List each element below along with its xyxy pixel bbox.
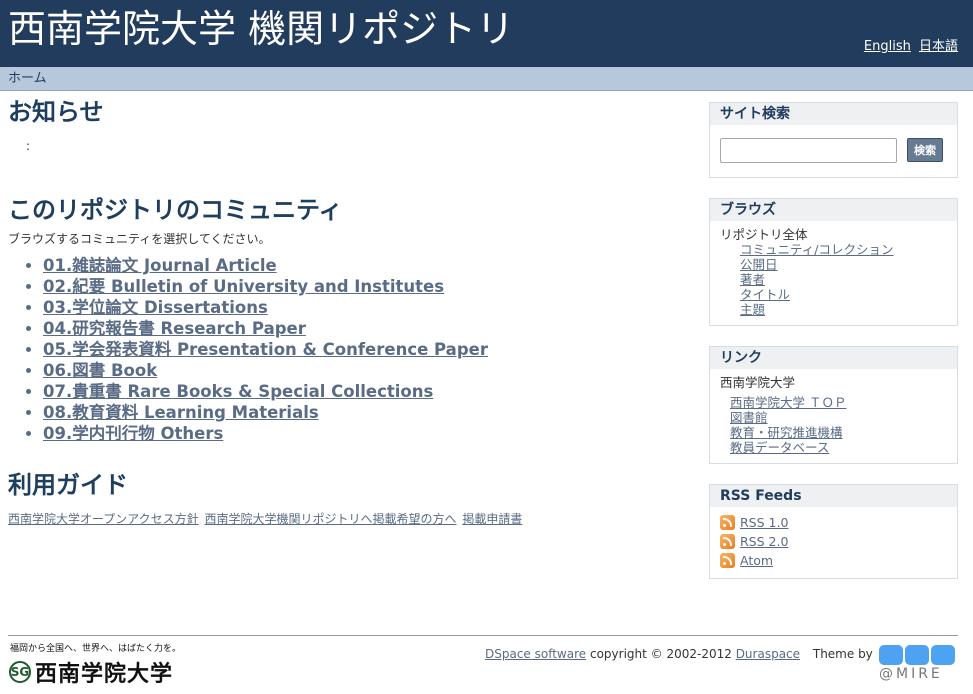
community-link-learning-materials[interactable]: 08.教育資料 Learning Materials (43, 403, 319, 422)
search-box: サイト検索 検索 (709, 102, 958, 178)
guide-link-submission-info[interactable]: 西南学院大学機関リポジトリへ掲載希望の方へ (205, 512, 457, 526)
mire-puzzle-piece (905, 645, 929, 665)
lang-english-link[interactable]: English (864, 39, 911, 54)
search-heading: サイト検索 (710, 103, 957, 125)
list-item: 著者 (720, 272, 947, 287)
footer-divider (8, 635, 958, 636)
guide-link-open-access-policy[interactable]: 西南学院大学オープンアクセス方針 (8, 512, 199, 526)
footer-credits: DSpace software copyright © 2002-2012 Du… (485, 647, 873, 661)
list-item: 08.教育資料 Learning Materials (43, 402, 688, 423)
community-link-journal-article[interactable]: 01.雑誌論文 Journal Article (43, 256, 277, 275)
community-list: 01.雑誌論文 Journal Article 02.紀要 Bulletin o… (8, 255, 688, 444)
browse-link-date[interactable]: 公開日 (740, 257, 778, 272)
browse-list: コミュニティ/コレクション 公開日 著者 タイトル 主題 (720, 242, 947, 317)
list-item: 教育・研究推進機構 (720, 425, 947, 440)
communities-intro: ブラウズするコミュニティを選択してください。 (8, 232, 271, 246)
rss-heading: RSS Feeds (710, 485, 957, 507)
browse-body: リポジトリ全体 コミュニティ/コレクション 公開日 著者 タイトル 主題 (710, 221, 957, 325)
list-item: コミュニティ/コレクション (720, 242, 947, 257)
community-link-book[interactable]: 06.図書 Book (43, 361, 157, 380)
footer-tagline: 福岡から全国へ、世界へ、はばたく力を。 (10, 644, 182, 654)
community-link-presentation[interactable]: 05.学会発表資料 Presentation & Conference Pape… (43, 340, 488, 359)
list-item: 西南学院大学 ＴＯＰ (720, 395, 947, 410)
university-emblem-icon: SG (9, 661, 31, 683)
list-item: 公開日 (720, 257, 947, 272)
site-header: 西南学院大学 機関リポジトリ English 日本語 (0, 0, 973, 67)
rss-1-0-link[interactable]: RSS 1.0 (740, 515, 788, 530)
mire-puzzle-piece (879, 645, 903, 665)
list-item: 主題 (720, 302, 947, 317)
community-link-research-paper[interactable]: 04.研究報告書 Research Paper (43, 319, 306, 338)
community-link-bulletin[interactable]: 02.紀要 Bulletin of University and Institu… (43, 277, 444, 296)
sidebar: サイト検索 検索 ブラウズ リポジトリ全体 コミュニティ/コレクション 公開日 … (709, 102, 958, 599)
links-list: 西南学院大学 ＴＯＰ 図書館 教育・研究推進機構 教員データベース (720, 395, 947, 455)
links-body: 西南学院大学 西南学院大学 ＴＯＰ 図書館 教育・研究推進機構 教員データベース (710, 369, 957, 463)
guide-heading: 利用ガイド (8, 471, 128, 499)
browse-box: ブラウズ リポジトリ全体 コミュニティ/コレクション 公開日 著者 タイトル 主… (709, 198, 958, 326)
copyright-text: copyright © 2002-2012 (586, 647, 736, 661)
links-box: リンク 西南学院大学 西南学院大学 ＴＯＰ 図書館 教育・研究推進機構 教員デー… (709, 346, 958, 464)
search-form: 検索 (710, 125, 957, 177)
news-heading: お知らせ (8, 98, 104, 126)
rss-feed-icon (720, 553, 735, 568)
duraspace-link[interactable]: Duraspace (736, 647, 800, 661)
news-body: : (26, 139, 31, 153)
mire-logo-text: @MIRE (879, 666, 943, 682)
guide-links: 西南学院大学オープンアクセス方針 西南学院大学機関リポジトリへ掲載希望の方へ 掲… (8, 510, 688, 527)
main-content: お知らせ : このリポジトリのコミュニティ ブラウズするコミュニティを選択してく… (8, 95, 688, 527)
browse-link-subject[interactable]: 主題 (740, 302, 765, 317)
list-item: 05.学会発表資料 Presentation & Conference Pape… (43, 339, 688, 360)
rss-body: RSS 1.0 RSS 2.0 Atom (710, 507, 957, 578)
community-link-rare-books[interactable]: 07.貴重書 Rare Books & Special Collections (43, 382, 433, 401)
list-item: 06.図書 Book (43, 360, 688, 381)
rss-item: RSS 1.0 (720, 513, 947, 532)
rss-item: Atom (720, 551, 947, 570)
search-input[interactable] (720, 137, 897, 163)
community-link-dissertations[interactable]: 03.学位論文 Dissertations (43, 298, 268, 317)
links-heading: リンク (710, 347, 957, 369)
university-logo[interactable]: SG 西南学院大学 (9, 656, 173, 688)
theme-by-label: Theme by (812, 647, 873, 661)
browse-root-label: リポジトリ全体 (720, 227, 808, 242)
list-item: 04.研究報告書 Research Paper (43, 318, 688, 339)
link-research-organization[interactable]: 教育・研究推進機構 (730, 425, 843, 440)
browse-heading: ブラウズ (710, 199, 957, 221)
link-library[interactable]: 図書館 (730, 410, 768, 425)
guide-link-application-form[interactable]: 掲載申請書 (462, 512, 522, 526)
list-item: 01.雑誌論文 Journal Article (43, 255, 688, 276)
search-button[interactable]: 検索 (907, 138, 943, 162)
university-name: 西南学院大学 (35, 662, 174, 687)
list-item: 02.紀要 Bulletin of University and Institu… (43, 276, 688, 297)
mire-puzzle-piece (931, 645, 955, 665)
browse-link-title[interactable]: タイトル (740, 287, 790, 302)
rss-box: RSS Feeds RSS 1.0 RSS 2.0 Atom (709, 484, 958, 579)
list-item: 図書館 (720, 410, 947, 425)
rss-2-0-link[interactable]: RSS 2.0 (740, 534, 788, 549)
mire-logo[interactable]: @MIRE (879, 645, 959, 687)
links-group-title: 西南学院大学 (720, 375, 796, 390)
language-switcher: English 日本語 (860, 35, 958, 54)
list-item: 教員データベース (720, 440, 947, 455)
lang-japanese-link[interactable]: 日本語 (919, 39, 958, 54)
list-item: タイトル (720, 287, 947, 302)
browse-link-communities[interactable]: コミュニティ/コレクション (740, 242, 893, 257)
list-item: 09.学内刊行物 Others (43, 423, 688, 444)
breadcrumb-home[interactable]: ホーム (8, 71, 47, 86)
link-faculty-database[interactable]: 教員データベース (730, 440, 829, 455)
rss-feed-icon (720, 534, 735, 549)
list-item: 03.学位論文 Dissertations (43, 297, 688, 318)
mire-puzzle-icon (879, 645, 959, 665)
dspace-link[interactable]: DSpace software (485, 647, 586, 661)
community-link-others[interactable]: 09.学内刊行物 Others (43, 424, 223, 443)
rss-item: RSS 2.0 (720, 532, 947, 551)
link-university-top[interactable]: 西南学院大学 ＴＯＰ (730, 395, 846, 410)
atom-link[interactable]: Atom (740, 553, 773, 568)
list-item: 07.貴重書 Rare Books & Special Collections (43, 381, 688, 402)
site-title[interactable]: 西南学院大学 機関リポジトリ (8, 6, 514, 52)
breadcrumb: ホーム (0, 67, 973, 91)
communities-heading: このリポジトリのコミュニティ (8, 196, 343, 224)
browse-link-author[interactable]: 著者 (740, 272, 765, 287)
rss-feed-icon (720, 515, 735, 530)
